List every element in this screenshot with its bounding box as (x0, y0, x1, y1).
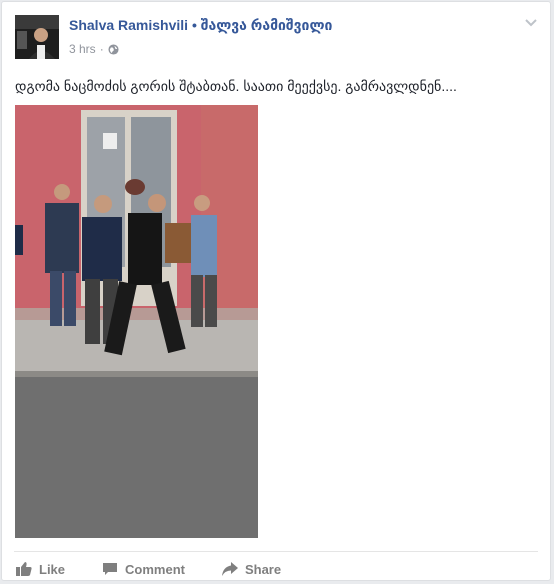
author-name[interactable]: Shalva Ramishvili • შალვა რამიშვილი (69, 17, 332, 34)
action-bar-divider (14, 551, 538, 552)
post-meta: 3 hrs · (69, 42, 119, 56)
post-card: Shalva Ramishvili • შალვა რამიშვილი 3 hr… (1, 1, 551, 581)
post-text: დგომა ნაცმოძის გორის შტაბთან. საათი მეექ… (15, 78, 457, 94)
share-label: Share (244, 561, 282, 577)
post-photo[interactable] (15, 105, 258, 538)
globe-icon[interactable] (108, 43, 119, 55)
action-bar: Like Comment Share (14, 557, 281, 581)
comment-label: Comment (125, 561, 185, 577)
share-button[interactable]: Share (221, 561, 282, 577)
like-icon (16, 562, 32, 576)
avatar-image (15, 15, 59, 59)
post-timestamp[interactable]: 3 hrs (69, 42, 96, 56)
like-label: Like (39, 561, 66, 577)
share-icon (221, 562, 238, 576)
photo-image (15, 105, 258, 538)
comment-icon (103, 563, 118, 575)
chevron-down-icon[interactable] (524, 16, 538, 30)
meta-separator: · (99, 42, 104, 56)
avatar[interactable] (15, 15, 59, 59)
like-button[interactable]: Like (16, 561, 65, 577)
comment-button[interactable]: Comment (102, 561, 185, 577)
